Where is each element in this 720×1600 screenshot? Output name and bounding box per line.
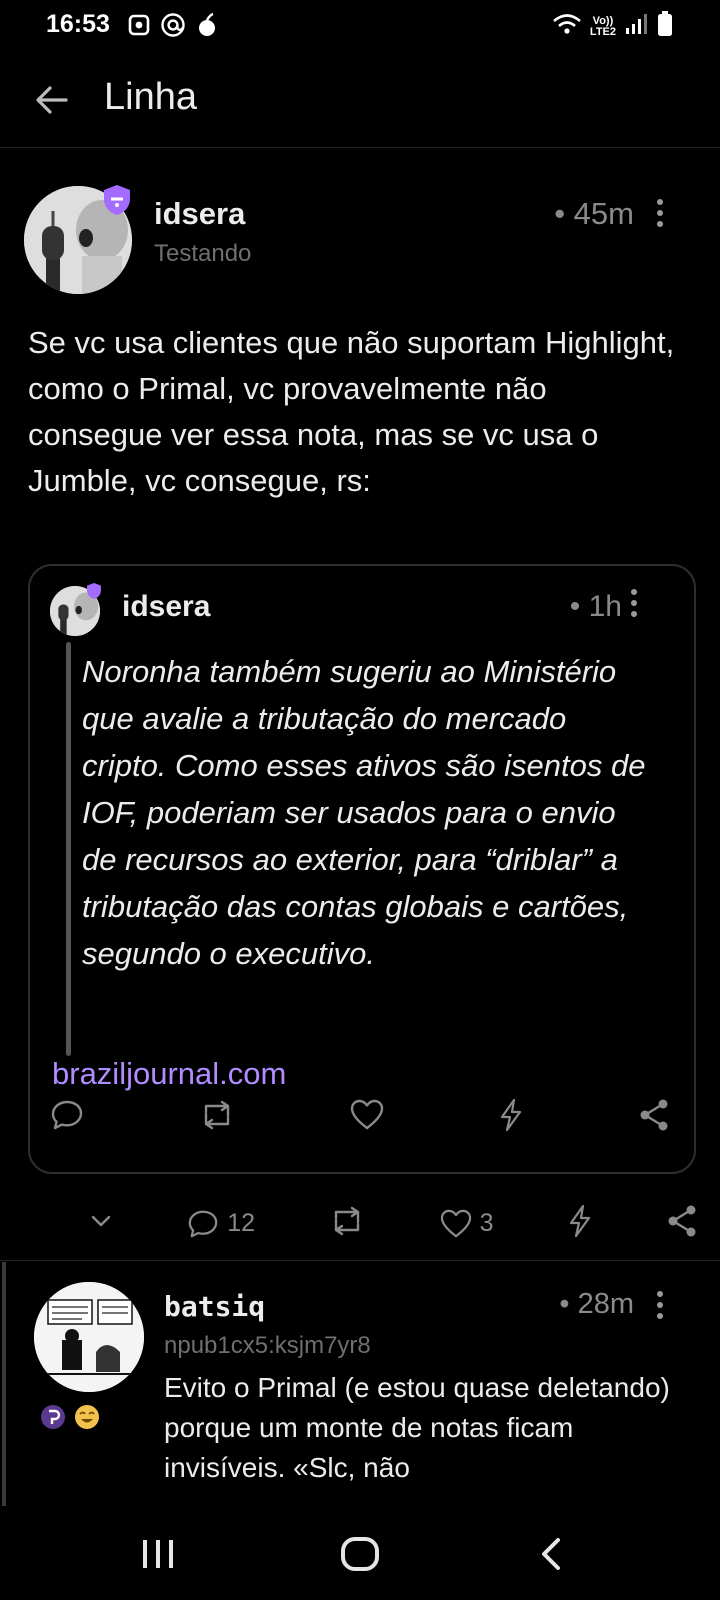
- primal-badge-icon: [40, 1404, 66, 1435]
- note-timestamp: • 45m: [554, 196, 634, 231]
- chevron-down-icon: [91, 1215, 111, 1227]
- status-bar: 16:53 Vo)) LTE2: [0, 0, 720, 52]
- lightning-icon: [569, 1204, 590, 1238]
- author-name[interactable]: idsera: [154, 196, 245, 232]
- reply-timestamp: • 28m: [559, 1288, 634, 1320]
- home-button[interactable]: [340, 1536, 380, 1577]
- app-notification-icon: [196, 12, 218, 43]
- app-header: Linha: [0, 52, 720, 148]
- wifi-icon: [552, 12, 582, 41]
- comment-icon: [51, 1100, 83, 1130]
- note-content: Se vc usa clientes que não suportam High…: [28, 325, 675, 498]
- repost-button[interactable]: [328, 1204, 366, 1243]
- lightning-icon: [500, 1098, 522, 1132]
- reply-content: Evito o Primal (e estou quase deletando)…: [164, 1372, 670, 1483]
- screen-record-icon: [128, 14, 150, 41]
- at-sign-icon: [160, 12, 186, 43]
- zap-button[interactable]: [498, 1098, 524, 1137]
- reply-npub: npub1cx5:ksjm7yr8: [164, 1332, 371, 1359]
- share-button[interactable]: [666, 1204, 698, 1243]
- emoji-badge-icon: [74, 1404, 100, 1435]
- system-back-button[interactable]: [538, 1536, 564, 1577]
- recent-apps-button[interactable]: [140, 1538, 176, 1575]
- more-vertical-icon: [631, 589, 637, 617]
- thread-rail: [2, 1262, 6, 1506]
- share-icon: [640, 1099, 668, 1131]
- home-icon: [341, 1537, 379, 1571]
- like-button[interactable]: 3: [440, 1209, 494, 1239]
- quoted-action-bar: [50, 1098, 670, 1137]
- zap-button[interactable]: [567, 1204, 593, 1243]
- quoted-author-name[interactable]: idsera: [122, 590, 210, 624]
- chevron-left-icon: [542, 1538, 560, 1570]
- network-type-label: Vo)) LTE2: [589, 14, 616, 38]
- like-count: 3: [479, 1209, 494, 1237]
- recent-apps-icon: [143, 1540, 173, 1568]
- author-subtitle: Testando: [154, 240, 252, 267]
- reply-button[interactable]: [50, 1098, 84, 1137]
- verified-shield-icon: [102, 184, 132, 216]
- quoted-timestamp: • 1h: [569, 590, 622, 623]
- comment-icon: [188, 1210, 218, 1237]
- repost-button[interactable]: [198, 1098, 236, 1137]
- status-time: 16:53: [46, 10, 110, 38]
- reply-more-options-button[interactable]: [648, 1290, 672, 1320]
- quoted-more-options-button[interactable]: [622, 588, 646, 618]
- signal-icon: [624, 12, 648, 41]
- reply-button[interactable]: 12: [187, 1208, 255, 1240]
- like-button[interactable]: [350, 1099, 384, 1136]
- share-icon: [668, 1205, 696, 1237]
- more-vertical-icon: [657, 1291, 663, 1319]
- expand-button[interactable]: [88, 1211, 114, 1236]
- verified-shield-icon: [86, 582, 102, 600]
- back-button[interactable]: [30, 78, 74, 122]
- heart-icon: [350, 1099, 384, 1130]
- system-navigation-bar: [0, 1508, 720, 1600]
- more-options-button[interactable]: [648, 198, 672, 228]
- quoted-note-card[interactable]: idsera • 1h Noronha também sugeriu ao Mi…: [28, 564, 696, 1174]
- more-vertical-icon: [657, 199, 663, 227]
- highlight-bar: [66, 642, 71, 1056]
- heart-icon: [440, 1209, 471, 1237]
- divider: [0, 1260, 720, 1261]
- share-button[interactable]: [638, 1098, 670, 1137]
- repost-icon: [204, 1100, 230, 1130]
- source-link[interactable]: braziljournal.com: [52, 1056, 286, 1092]
- reply-count: 12: [227, 1209, 256, 1237]
- repost-icon: [335, 1206, 360, 1236]
- page-title: Linha: [104, 76, 197, 118]
- battery-icon: [656, 10, 674, 43]
- arrow-left-icon: [36, 86, 68, 114]
- note-action-bar: 12 3: [88, 1204, 698, 1243]
- highlight-text: Noronha também sugeriu ao Ministério que…: [82, 654, 646, 971]
- reply-author-name[interactable]: batsiq: [164, 1290, 265, 1323]
- reply-card[interactable]: batsiq npub1cx5:ksjm7yr8 • 28m Evito o P…: [0, 1262, 720, 1506]
- reply-avatar[interactable]: [34, 1282, 144, 1392]
